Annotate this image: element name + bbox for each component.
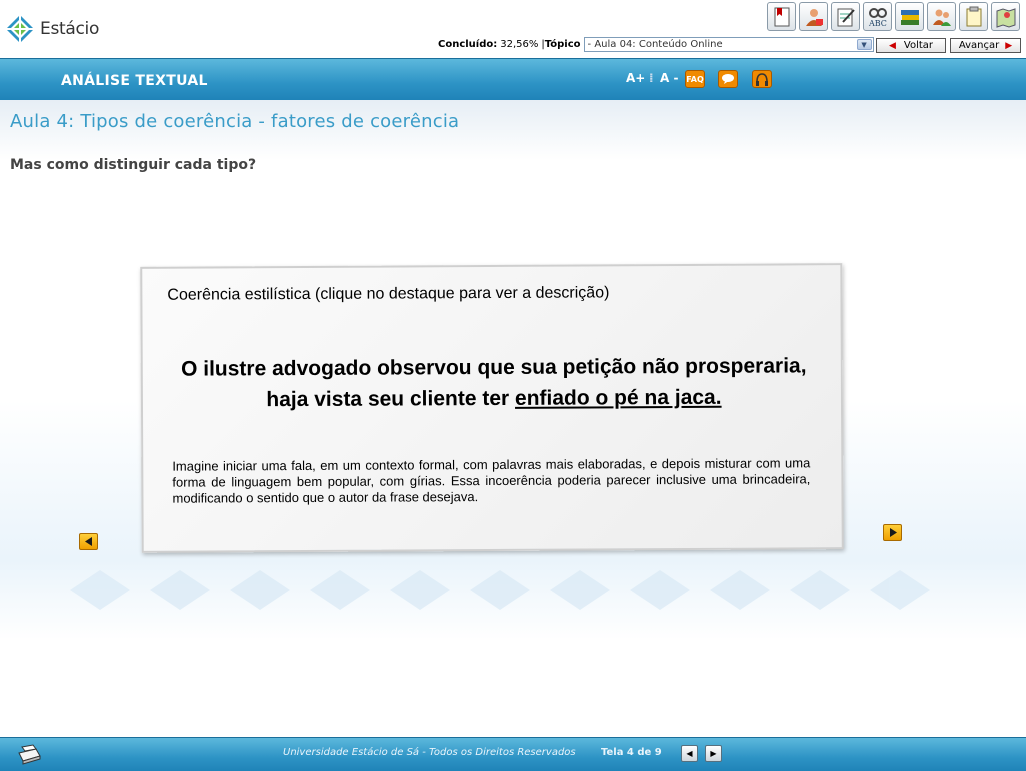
topic-label: Tópico	[544, 39, 581, 50]
progress-value: 32,56%	[500, 39, 539, 50]
footer-copyright: Universidade Estácio de Sá - Todos os Di…	[283, 747, 576, 758]
headphones-icon[interactable]	[752, 70, 772, 88]
example-sentence: O ilustre advogado observou que sua peti…	[163, 350, 825, 415]
triangle-left-icon	[84, 537, 92, 546]
font-increase-button[interactable]: A+	[626, 71, 645, 85]
screen-counter: Tela 4 de 9	[601, 747, 662, 758]
print-icon[interactable]	[16, 744, 42, 766]
progress-label: Concluído:	[438, 39, 498, 50]
highlighted-expression[interactable]: enfiado o pé na jaca.	[515, 386, 722, 410]
chevron-down-icon[interactable]: ▼	[856, 39, 872, 50]
triangle-right-icon: ▶	[1005, 40, 1013, 51]
lesson-question: Mas como distinguir cada tipo?	[10, 157, 257, 173]
estacio-diamond-icon	[6, 15, 34, 43]
topic-select-value: - Aula 04: Conteúdo Online	[587, 39, 723, 50]
course-title: ANÁLISE TEXTUAL	[61, 73, 208, 89]
course-header: ANÁLISE TEXTUAL A+ ⁞ A - FAQ	[0, 58, 1026, 100]
triangle-left-icon: ◀	[888, 40, 896, 51]
previous-slide-button[interactable]	[79, 533, 98, 550]
lesson-title: Aula 4: Tipos de coerência - fatores de …	[10, 111, 460, 132]
card-heading: Coerência estilística (clique no destaqu…	[167, 284, 610, 304]
top-bar: Estácio ABC Concluído: 32,56% | Tópico -…	[0, 0, 1026, 58]
summary-icon[interactable]	[959, 2, 988, 31]
footer-next-button[interactable]: ▶	[705, 745, 722, 762]
font-separator: ⁞	[649, 71, 654, 85]
faq-icon[interactable]: FAQ	[685, 70, 705, 88]
content-card: Coerência estilística (clique no destaqu…	[140, 263, 844, 553]
chat-bubble-icon[interactable]	[718, 70, 738, 88]
back-button[interactable]: ◀ Voltar	[876, 38, 946, 53]
brand-name: Estácio	[40, 19, 100, 39]
progress-row: Concluído: 32,56% | Tópico - Aula 04: Co…	[438, 37, 874, 52]
library-icon[interactable]	[895, 2, 924, 31]
dictionary-icon[interactable]: ABC	[863, 2, 892, 31]
bookmark-icon[interactable]	[767, 2, 796, 31]
tool-strip: ABC	[767, 2, 1020, 31]
tutor-icon[interactable]	[799, 2, 828, 31]
card-description: Imagine iniciar uma fala, em um contexto…	[172, 455, 811, 506]
triangle-right-icon	[889, 528, 897, 537]
svg-text:ABC: ABC	[868, 19, 887, 28]
notes-icon[interactable]	[831, 2, 860, 31]
next-button[interactable]: Avançar ▶	[950, 38, 1021, 53]
footer-previous-button[interactable]: ◀	[681, 745, 698, 762]
estacio-logo: Estácio	[4, 12, 99, 46]
footer-bar: Universidade Estácio de Sá - Todos os Di…	[0, 737, 1026, 771]
map-icon[interactable]	[991, 2, 1020, 31]
font-decrease-button[interactable]: A -	[660, 71, 678, 85]
back-button-label: Voltar	[903, 40, 934, 51]
next-slide-button[interactable]	[883, 524, 902, 541]
next-button-label: Avançar	[958, 40, 1000, 51]
forum-icon[interactable]	[927, 2, 956, 31]
topic-select[interactable]: - Aula 04: Conteúdo Online ▼	[583, 37, 874, 52]
